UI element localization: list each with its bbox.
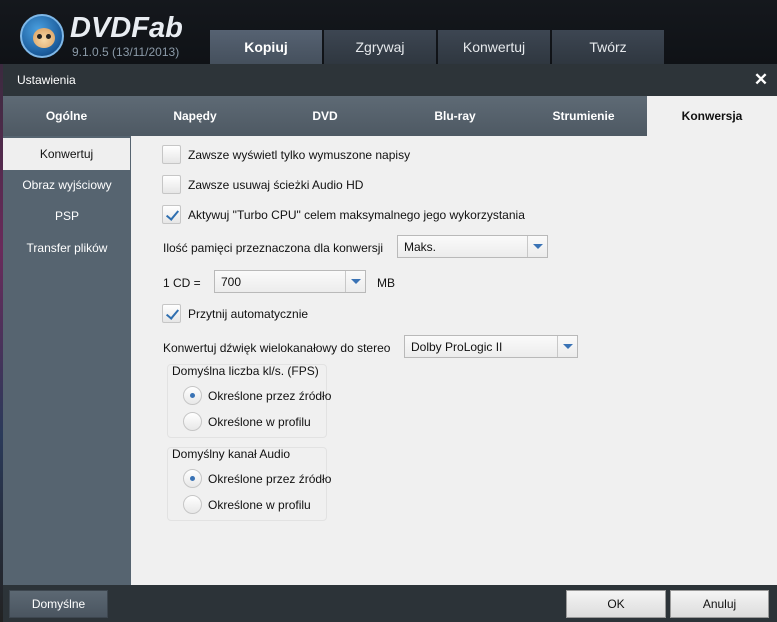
main-tab-zgrywaj[interactable]: Zgrywaj (324, 30, 436, 64)
fps-option-profile[interactable]: Określone w profilu (183, 412, 311, 431)
ok-button[interactable]: OK (566, 590, 666, 618)
tab-konwersja[interactable]: Konwersja (647, 96, 777, 136)
fps-group-title: Domyślna liczba kl/s. (FPS) (172, 364, 319, 378)
chevron-down-icon[interactable] (557, 336, 577, 357)
sidebar-item-transfer-plikow[interactable]: Transfer plików (3, 232, 131, 264)
audio-option-source-label: Określone przez źródło (208, 471, 332, 486)
auto-trim-checkbox[interactable] (162, 304, 181, 323)
audio-option-source[interactable]: Określone przez źródło (183, 469, 331, 488)
remove-hd-audio-option[interactable]: Zawsze usuwaj ścieżki Audio HD (162, 175, 363, 194)
stereo-downmix-label: Konwertuj dźwięk wielokanałowy do stereo (163, 341, 391, 355)
cancel-button[interactable]: Anuluj (670, 590, 769, 618)
tab-strumienie[interactable]: Strumienie (520, 96, 647, 136)
audio-radio-profile[interactable] (183, 495, 202, 514)
chevron-down-icon[interactable] (345, 271, 365, 292)
turbo-cpu-label: Aktywuj "Turbo CPU" celem maksymalnego j… (188, 207, 525, 222)
remove-hd-audio-checkbox[interactable] (162, 175, 181, 194)
forced-subs-option[interactable]: Zawsze wyświetl tylko wymuszone napisy (162, 145, 410, 164)
memory-label: Ilość pamięci przeznaczona dla konwersji (163, 241, 384, 255)
tab-ogolne[interactable]: Ogólne (3, 96, 130, 136)
remove-hd-audio-label: Zawsze usuwaj ścieżki Audio HD (188, 177, 364, 192)
cd-size-label: 1 CD = (163, 276, 201, 290)
fps-radio-source[interactable] (183, 386, 202, 405)
audio-option-profile[interactable]: Określone w profilu (183, 495, 311, 514)
main-tab-konwertuj[interactable]: Konwertuj (438, 30, 550, 64)
cd-size-unit-row: MB (377, 276, 395, 290)
auto-trim-option[interactable]: Przytnij automatycznie (162, 304, 308, 323)
audio-group-title-row: Domyślny kanał Audio (172, 447, 290, 461)
main-tab-kopiuj[interactable]: Kopiuj (210, 30, 322, 64)
stereo-downmix-value: Dolby ProLogic II (411, 339, 503, 354)
cd-size-select[interactable]: 700 (214, 270, 366, 293)
memory-select-value: Maks. (404, 239, 437, 254)
stereo-downmix-select[interactable]: Dolby ProLogic II (404, 335, 578, 358)
forced-subs-checkbox[interactable] (162, 145, 181, 164)
dialog-footer: Domyślne OK Anuluj (3, 585, 777, 622)
fps-option-source-label: Określone przez źródło (208, 388, 332, 403)
dialog-titlebar: Ustawienia ✕ (3, 64, 777, 96)
main-tabs: Kopiuj Zgrywaj Konwertuj Twórz (210, 30, 666, 64)
monkey-logo-icon (20, 14, 64, 58)
turbo-cpu-option[interactable]: Aktywuj "Turbo CPU" celem maksymalnego j… (162, 205, 525, 224)
audio-option-profile-label: Określone w profilu (208, 497, 311, 512)
stereo-downmix-row: Konwertuj dźwięk wielokanałowy do stereo (163, 341, 390, 355)
app-version: 9.1.0.5 (13/11/2013) (72, 45, 180, 59)
default-button[interactable]: Domyślne (9, 590, 108, 618)
audio-radio-source[interactable] (183, 469, 202, 488)
tab-dvd[interactable]: DVD (260, 96, 390, 136)
fps-option-profile-label: Określone w profilu (208, 414, 311, 429)
tab-bluray[interactable]: Blu-ray (390, 96, 520, 136)
settings-tabs: Ogólne Napędy DVD Blu-ray Strumienie Kon… (3, 96, 777, 136)
auto-trim-label: Przytnij automatycznie (188, 306, 309, 321)
audio-group-title: Domyślny kanał Audio (172, 447, 291, 461)
settings-content: Zawsze wyświetl tylko wymuszone napisy Z… (131, 136, 777, 585)
sidebar-item-psp[interactable]: PSP (3, 200, 131, 232)
memory-select[interactable]: Maks. (397, 235, 548, 258)
fps-option-source[interactable]: Określone przez źródło (183, 386, 331, 405)
chevron-down-icon[interactable] (527, 236, 547, 257)
sidebar-item-konwertuj[interactable]: Konwertuj (3, 138, 130, 170)
forced-subs-label: Zawsze wyświetl tylko wymuszone napisy (188, 147, 411, 162)
memory-row: Ilość pamięci przeznaczona dla konwersji (163, 241, 383, 255)
sidebar-item-obraz-wyjsciowy[interactable]: Obraz wyjściowy (3, 169, 131, 201)
dialog-title: Ustawienia (17, 73, 76, 87)
fps-group-title-row: Domyślna liczba kl/s. (FPS) (172, 364, 319, 378)
cd-size-row: 1 CD = (163, 276, 201, 290)
tab-napedy[interactable]: Napędy (130, 96, 260, 136)
settings-sidebar: Konwertuj Obraz wyjściowy PSP Transfer p… (3, 136, 131, 585)
app-header: DVDFab 9.1.0.5 (13/11/2013) Kopiuj Zgryw… (0, 0, 777, 64)
cd-size-value: 700 (221, 274, 242, 289)
fps-radio-profile[interactable] (183, 412, 202, 431)
settings-dialog: Ustawienia ✕ Ogólne Napędy DVD Blu-ray S… (3, 64, 777, 622)
main-tab-tworz[interactable]: Twórz (552, 30, 664, 64)
cd-size-unit: MB (377, 276, 395, 290)
close-icon[interactable]: ✕ (751, 70, 771, 90)
app-title: DVDFab (70, 12, 183, 44)
turbo-cpu-checkbox[interactable] (162, 205, 181, 224)
